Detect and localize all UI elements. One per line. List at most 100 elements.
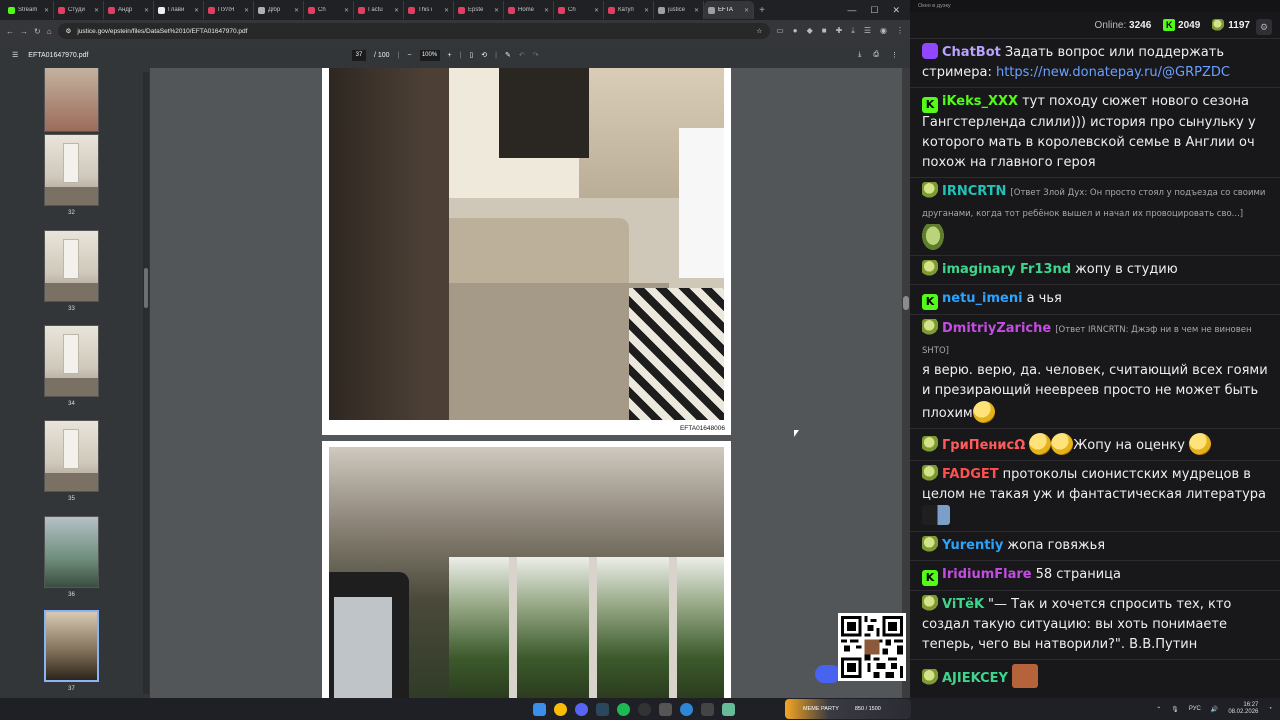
- chat-username[interactable]: FADGET: [942, 467, 999, 482]
- zoom-input[interactable]: 100%: [419, 49, 440, 61]
- back-icon[interactable]: ←: [6, 27, 14, 36]
- browser-tab[interactable]: Андр ✕: [104, 1, 154, 19]
- download-icon[interactable]: ⤓: [858, 51, 861, 59]
- browser-tab[interactable]: Ch ✕: [304, 1, 354, 19]
- tab-close-icon[interactable]: ✕: [44, 7, 49, 14]
- app-icon[interactable]: [659, 702, 672, 716]
- browser-tab[interactable]: Epste ✕: [454, 1, 504, 19]
- forward-icon[interactable]: →: [20, 27, 28, 36]
- page-thumbnail[interactable]: [44, 610, 99, 682]
- browser-tab[interactable]: Home ✕: [504, 1, 554, 19]
- new-tab-button[interactable]: +: [754, 5, 770, 16]
- chat-username[interactable]: ChatBot: [942, 45, 1001, 60]
- puzzle-icon[interactable]: ✚: [836, 26, 843, 36]
- site-info-icon[interactable]: ⚙: [66, 27, 72, 35]
- zoom-out-icon[interactable]: −: [407, 52, 411, 59]
- chat-username[interactable]: ViTёK: [942, 597, 984, 612]
- tab-close-icon[interactable]: ✕: [494, 7, 499, 14]
- browser-tab[interactable]: Катуп ✕: [604, 1, 654, 19]
- annotate-icon[interactable]: ✎: [505, 51, 511, 59]
- chat-username[interactable]: DmitriyZariche: [942, 321, 1051, 336]
- donate-link[interactable]: https://new.donatepay.ru/@GRPZDC: [996, 65, 1230, 80]
- chrome-icon[interactable]: [554, 702, 567, 716]
- start-icon[interactable]: [533, 702, 546, 716]
- tab-close-icon[interactable]: ✕: [94, 7, 99, 14]
- browser-tab[interactable]: Дібр ✕: [254, 1, 304, 19]
- tab-close-icon[interactable]: ✕: [594, 7, 599, 14]
- chat-settings-icon[interactable]: ⚙: [1256, 19, 1272, 35]
- browser-tab[interactable]: justice ✕: [654, 1, 704, 19]
- extension-icon[interactable]: ●: [793, 26, 798, 36]
- page-thumbnail[interactable]: [44, 134, 99, 206]
- tab-close-icon[interactable]: ✕: [394, 7, 399, 14]
- notification-icon[interactable]: ◔: [1268, 706, 1272, 712]
- more-options-icon[interactable]: ⋮: [891, 51, 898, 59]
- page-thumbnail[interactable]: [44, 325, 99, 397]
- close-icon[interactable]: ✕: [892, 5, 900, 16]
- obs-icon[interactable]: [638, 702, 651, 716]
- main-scrollbar[interactable]: [902, 68, 910, 698]
- page-thumbnail[interactable]: [44, 420, 99, 492]
- reload-icon[interactable]: ↻: [34, 27, 41, 36]
- tab-close-icon[interactable]: ✕: [744, 7, 749, 14]
- zoom-in-icon[interactable]: +: [448, 52, 452, 59]
- minimize-icon[interactable]: —: [847, 5, 856, 16]
- language-indicator[interactable]: РУС: [1189, 706, 1201, 712]
- app-icon[interactable]: [701, 702, 714, 716]
- bookmark-star-icon[interactable]: ☆: [756, 27, 762, 35]
- rotate-icon[interactable]: ⟲: [481, 51, 487, 59]
- tab-search-icon[interactable]: ☰: [864, 26, 871, 36]
- clock[interactable]: 16:27 08.02.2026: [1228, 702, 1258, 716]
- chat-username[interactable]: iKeks_XXX: [942, 94, 1018, 109]
- redo-icon[interactable]: ↷: [533, 51, 539, 59]
- browser-tab[interactable]: I actu ✕: [354, 1, 404, 19]
- browser-tab[interactable]: Ch ✕: [554, 1, 604, 19]
- chat-username[interactable]: IridiumFlare: [942, 567, 1032, 582]
- chat-username[interactable]: Yurentiy: [942, 538, 1003, 553]
- chat-username[interactable]: IRNCRTN: [942, 184, 1006, 199]
- tab-close-icon[interactable]: ✕: [244, 7, 249, 14]
- app-icon[interactable]: [722, 702, 735, 716]
- browser-tab[interactable]: Stream ✕: [4, 1, 54, 19]
- tab-close-icon[interactable]: ✕: [644, 7, 649, 14]
- profile-icon[interactable]: ◉: [880, 26, 887, 36]
- tab-close-icon[interactable]: ✕: [294, 7, 299, 14]
- page-thumbnail[interactable]: [44, 68, 99, 132]
- print-icon[interactable]: ⎙: [873, 51, 879, 59]
- home-icon[interactable]: ⌂: [47, 27, 52, 36]
- tab-close-icon[interactable]: ✕: [694, 7, 699, 14]
- fit-page-icon[interactable]: ▯: [469, 51, 473, 59]
- sidebar-menu-icon[interactable]: ☰: [12, 51, 18, 59]
- page-thumbnail[interactable]: [44, 516, 99, 588]
- browser-tab[interactable]: ПУЛЯ ✕: [204, 1, 254, 19]
- chat-username[interactable]: imaginary Fr13nd: [942, 262, 1071, 277]
- tab-close-icon[interactable]: ✕: [344, 7, 349, 14]
- browser-tab[interactable]: Глави ✕: [154, 1, 204, 19]
- extension-icon[interactable]: ◆: [807, 26, 813, 36]
- browser-tab[interactable]: This i ✕: [404, 1, 454, 19]
- extension-icon[interactable]: ■: [822, 26, 827, 36]
- steam-icon[interactable]: [596, 702, 609, 716]
- undo-icon[interactable]: ↶: [519, 51, 525, 59]
- cast-icon[interactable]: ▭: [776, 26, 784, 36]
- sidebar-scrollbar-thumb[interactable]: [144, 268, 148, 308]
- tab-close-icon[interactable]: ✕: [544, 7, 549, 14]
- tray-chevron-icon[interactable]: ⌃: [1156, 706, 1161, 713]
- tab-close-icon[interactable]: ✕: [194, 7, 199, 14]
- discord-icon[interactable]: [575, 702, 588, 716]
- maximize-icon[interactable]: ☐: [870, 5, 878, 16]
- tab-close-icon[interactable]: ✕: [444, 7, 449, 14]
- browser-tab[interactable]: EFTA ✕: [704, 1, 754, 19]
- spotify-icon[interactable]: [617, 702, 630, 716]
- chat-username[interactable]: ГриПенисΩ: [942, 438, 1025, 453]
- browser-tab[interactable]: Студи ✕: [54, 1, 104, 19]
- chat-username[interactable]: AJIEKCEY: [942, 671, 1008, 686]
- telegram-icon[interactable]: [680, 702, 693, 716]
- speaker-icon[interactable]: 🔊: [1211, 706, 1218, 713]
- page-number-input[interactable]: 37: [352, 49, 366, 61]
- tab-close-icon[interactable]: ✕: [144, 7, 149, 14]
- main-scrollbar-thumb[interactable]: [903, 296, 909, 310]
- microphone-icon[interactable]: 🎙: [1171, 706, 1179, 713]
- sidebar-scrollbar[interactable]: [143, 72, 149, 694]
- chat-username[interactable]: netu_imeni: [942, 291, 1023, 306]
